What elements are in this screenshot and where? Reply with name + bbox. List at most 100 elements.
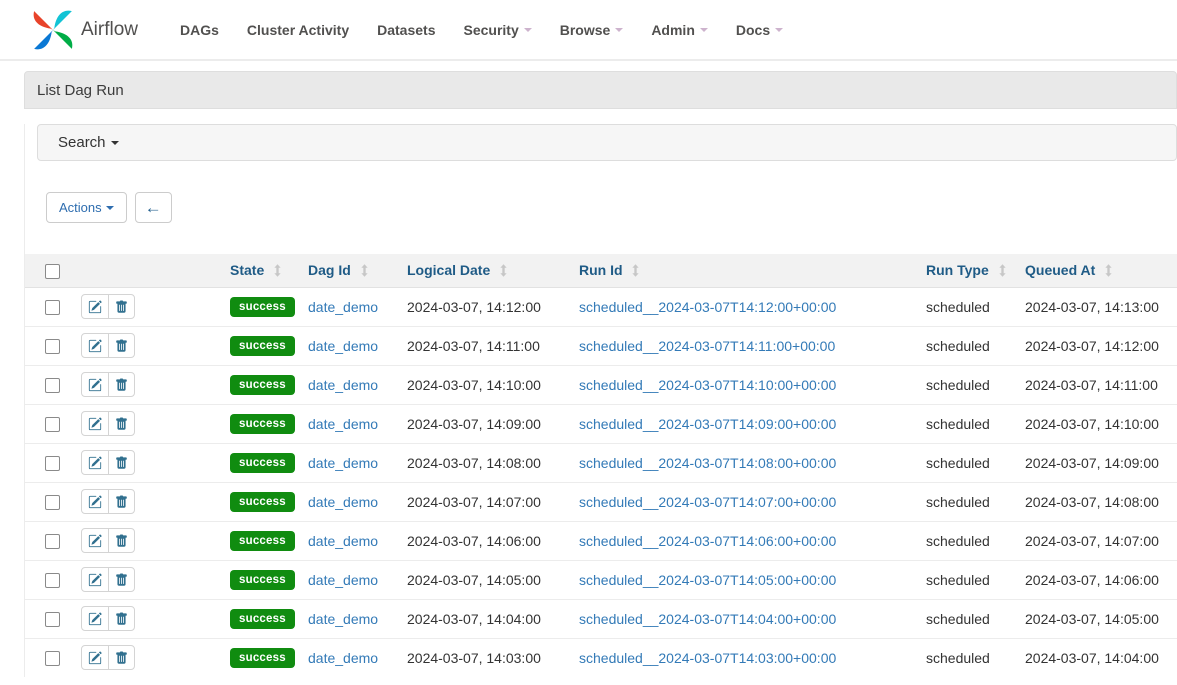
row-select-cell — [25, 482, 71, 521]
table-row: success date_demo 2024-03-07, 14:10:00 s… — [25, 365, 1177, 404]
run-id-link[interactable]: scheduled__2024-03-07T14:12:00+00:00 — [579, 299, 836, 315]
row-action-buttons — [81, 567, 135, 592]
column-header-logical-date[interactable]: Logical Date — [399, 254, 571, 287]
run-type-cell: scheduled — [918, 560, 1017, 599]
dag-id-link[interactable]: date_demo — [308, 650, 378, 666]
nav-item-dags[interactable]: DAGs — [166, 22, 233, 38]
edit-icon — [88, 573, 102, 587]
delete-button[interactable] — [108, 607, 134, 630]
edit-button[interactable] — [82, 412, 108, 435]
run-id-link[interactable]: scheduled__2024-03-07T14:08:00+00:00 — [579, 455, 836, 471]
delete-button[interactable] — [108, 451, 134, 474]
actions-button[interactable]: Actions — [46, 192, 127, 223]
delete-button[interactable] — [108, 412, 134, 435]
nav-item-cluster-activity[interactable]: Cluster Activity — [233, 22, 363, 38]
run-id-link[interactable]: scheduled__2024-03-07T14:09:00+00:00 — [579, 416, 836, 432]
state-cell: success — [222, 560, 300, 599]
row-checkbox[interactable] — [45, 612, 60, 627]
row-checkbox[interactable] — [45, 534, 60, 549]
column-header-run-type[interactable]: Run Type — [918, 254, 1017, 287]
edit-button[interactable] — [82, 334, 108, 357]
dag-id-link[interactable]: date_demo — [308, 533, 378, 549]
edit-button[interactable] — [82, 529, 108, 552]
run-type-cell: scheduled — [918, 365, 1017, 404]
run-id-link[interactable]: scheduled__2024-03-07T14:03:00+00:00 — [579, 650, 836, 666]
nav-item-label: DAGs — [180, 22, 219, 38]
delete-button[interactable] — [108, 529, 134, 552]
search-toggle[interactable]: Search — [37, 124, 1177, 161]
row-checkbox[interactable] — [45, 651, 60, 666]
row-checkbox[interactable] — [45, 456, 60, 471]
dag-id-link[interactable]: date_demo — [308, 611, 378, 627]
run-id-link[interactable]: scheduled__2024-03-07T14:06:00+00:00 — [579, 533, 836, 549]
row-checkbox[interactable] — [45, 573, 60, 588]
state-badge: success — [230, 336, 295, 356]
edit-button[interactable] — [82, 373, 108, 396]
nav-item-admin[interactable]: Admin — [637, 22, 722, 38]
run-id-link[interactable]: scheduled__2024-03-07T14:10:00+00:00 — [579, 377, 836, 393]
column-header-dag-id[interactable]: Dag Id — [300, 254, 399, 287]
nav-item-datasets[interactable]: Datasets — [363, 22, 449, 38]
logical-date-cell: 2024-03-07, 14:12:00 — [399, 287, 571, 326]
logical-date-cell: 2024-03-07, 14:04:00 — [399, 599, 571, 638]
edit-button[interactable] — [82, 490, 108, 513]
table-row: success date_demo 2024-03-07, 14:06:00 s… — [25, 521, 1177, 560]
row-checkbox[interactable] — [45, 378, 60, 393]
delete-button[interactable] — [108, 568, 134, 591]
select-all-checkbox[interactable] — [45, 264, 60, 279]
edit-button[interactable] — [82, 451, 108, 474]
caret-down-icon — [111, 141, 119, 145]
run-id-link[interactable]: scheduled__2024-03-07T14:11:00+00:00 — [579, 338, 835, 354]
caret-down-icon — [700, 28, 708, 32]
sort-icon — [273, 264, 282, 277]
nav-item-security[interactable]: Security — [449, 22, 545, 38]
edit-button[interactable] — [82, 295, 108, 318]
brand-link[interactable]: Airflow — [30, 7, 138, 53]
row-checkbox[interactable] — [45, 495, 60, 510]
nav-item-browse[interactable]: Browse — [546, 22, 638, 38]
column-header-queued-at[interactable]: Queued At — [1017, 254, 1177, 287]
run-type-cell: scheduled — [918, 638, 1017, 677]
run-id-link[interactable]: scheduled__2024-03-07T14:07:00+00:00 — [579, 494, 836, 510]
dag-id-link[interactable]: date_demo — [308, 494, 378, 510]
dag-id-link[interactable]: date_demo — [308, 416, 378, 432]
row-checkbox[interactable] — [45, 300, 60, 315]
nav-item-docs[interactable]: Docs — [722, 22, 797, 38]
row-action-buttons — [81, 450, 135, 475]
column-header-label: Queued At — [1025, 262, 1095, 278]
run-id-cell: scheduled__2024-03-07T14:09:00+00:00 — [571, 404, 918, 443]
row-actions-cell — [71, 638, 222, 677]
dag-id-link[interactable]: date_demo — [308, 377, 378, 393]
dag-id-link[interactable]: date_demo — [308, 455, 378, 471]
logical-date-cell: 2024-03-07, 14:05:00 — [399, 560, 571, 599]
run-id-link[interactable]: scheduled__2024-03-07T14:05:00+00:00 — [579, 572, 836, 588]
search-label: Search — [58, 134, 106, 151]
row-checkbox[interactable] — [45, 339, 60, 354]
trash-icon — [115, 378, 128, 392]
table-row: success date_demo 2024-03-07, 14:08:00 s… — [25, 443, 1177, 482]
navbar: Airflow DAGs Cluster Activity Datasets S… — [0, 0, 1177, 61]
column-header-run-id[interactable]: Run Id — [571, 254, 918, 287]
edit-button[interactable] — [82, 646, 108, 669]
edit-icon — [88, 612, 102, 626]
state-cell: success — [222, 287, 300, 326]
edit-icon — [88, 417, 102, 431]
sort-icon — [631, 264, 640, 277]
dag-id-link[interactable]: date_demo — [308, 299, 378, 315]
trash-icon — [115, 573, 128, 587]
back-button[interactable]: ← — [135, 192, 172, 223]
edit-button[interactable] — [82, 607, 108, 630]
delete-button[interactable] — [108, 334, 134, 357]
dag-id-link[interactable]: date_demo — [308, 572, 378, 588]
row-checkbox[interactable] — [45, 417, 60, 432]
delete-button[interactable] — [108, 490, 134, 513]
row-actions-cell — [71, 560, 222, 599]
column-header-state[interactable]: State — [222, 254, 300, 287]
delete-button[interactable] — [108, 373, 134, 396]
run-type-cell: scheduled — [918, 443, 1017, 482]
dag-id-link[interactable]: date_demo — [308, 338, 378, 354]
delete-button[interactable] — [108, 646, 134, 669]
delete-button[interactable] — [108, 295, 134, 318]
run-id-link[interactable]: scheduled__2024-03-07T14:04:00+00:00 — [579, 611, 836, 627]
edit-button[interactable] — [82, 568, 108, 591]
